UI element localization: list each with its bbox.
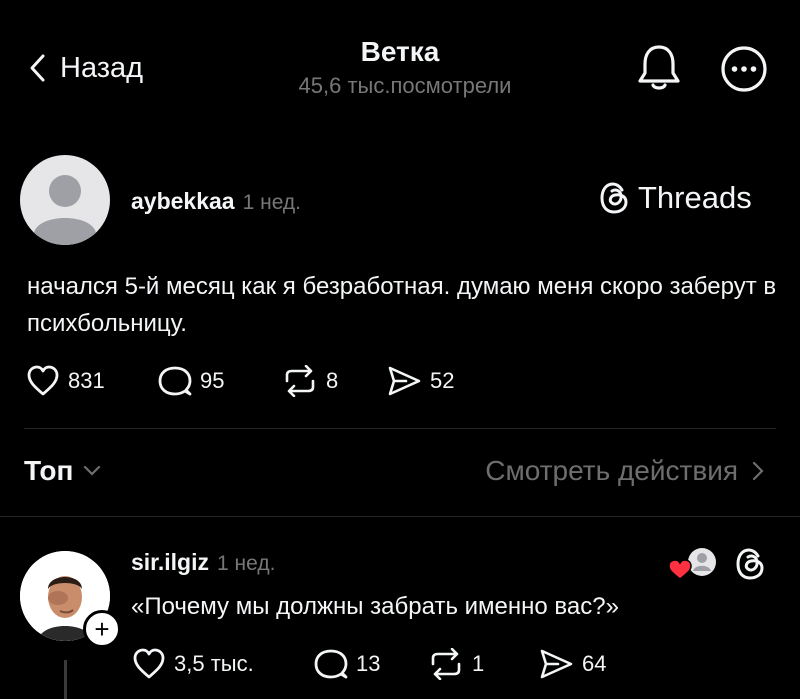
follow-plus-button[interactable]: + <box>83 610 121 648</box>
default-avatar-icon <box>34 175 96 245</box>
like-button[interactable]: 831 <box>26 365 105 397</box>
reply-share-count: 64 <box>582 651 607 676</box>
post-time: 1 нед. <box>242 191 302 214</box>
reply-repost-button[interactable]: 1 <box>428 648 484 680</box>
reply-repost-count: 1 <box>472 651 485 676</box>
divider <box>0 516 800 517</box>
heart-icon <box>26 365 60 397</box>
comment-icon <box>314 648 348 680</box>
reply-comment-button[interactable]: 13 <box>314 648 380 680</box>
threads-logo: Threads <box>598 180 752 216</box>
liked-by-author-indicator[interactable] <box>668 546 720 582</box>
sort-dropdown[interactable]: Топ <box>24 455 101 487</box>
repost-count: 8 <box>326 368 339 393</box>
reply-time: 1 нед. <box>216 552 276 575</box>
reply-share-button[interactable]: 64 <box>538 648 606 680</box>
plus-icon: + <box>94 614 110 644</box>
heart-icon <box>132 648 166 680</box>
reply-threads-button[interactable] <box>734 547 766 581</box>
reply-comment-count: 13 <box>356 651 381 676</box>
chevron-right-icon <box>752 461 764 481</box>
reply-text: «Почему мы должны забрать именно вас?» <box>131 593 619 620</box>
reply-username[interactable]: sir.ilgiz <box>131 549 209 575</box>
more-options-button[interactable] <box>720 45 768 93</box>
more-icon <box>720 45 768 93</box>
sort-label: Топ <box>24 455 74 486</box>
comment-count: 95 <box>200 368 225 393</box>
threads-icon <box>598 181 630 215</box>
reply-like-button[interactable]: 3,5 тыс. <box>132 648 254 680</box>
comment-button[interactable]: 95 <box>158 365 224 397</box>
liked-by-avatar-icon <box>668 548 716 580</box>
chevron-down-icon <box>83 465 101 477</box>
threads-brand-label: Threads <box>638 180 752 215</box>
reply-author[interactable]: sir.ilgiz 1 нед. <box>131 549 275 576</box>
reply-like-count: 3,5 тыс. <box>174 651 254 676</box>
send-icon <box>538 648 574 680</box>
post-author[interactable]: aybekkaa 1 нед. <box>131 188 301 215</box>
share-count: 52 <box>430 368 455 393</box>
post-text: начался 5-й месяц как я безработная. дум… <box>27 273 777 337</box>
share-button[interactable]: 52 <box>386 365 454 397</box>
like-count: 831 <box>68 368 105 393</box>
threads-icon <box>734 547 766 581</box>
repost-icon <box>428 648 464 680</box>
thread-connector-line <box>64 660 67 699</box>
comment-icon <box>158 365 192 397</box>
send-icon <box>386 365 422 397</box>
avatar[interactable] <box>20 155 110 245</box>
notifications-button[interactable] <box>636 42 682 92</box>
post-username[interactable]: aybekkaa <box>131 188 235 214</box>
repost-icon <box>282 365 318 397</box>
view-activity-label: Смотреть действия <box>485 455 738 486</box>
repost-button[interactable]: 8 <box>282 365 338 397</box>
bell-icon <box>636 42 682 92</box>
view-activity-link[interactable]: Смотреть действия <box>485 455 764 487</box>
divider <box>24 428 776 429</box>
